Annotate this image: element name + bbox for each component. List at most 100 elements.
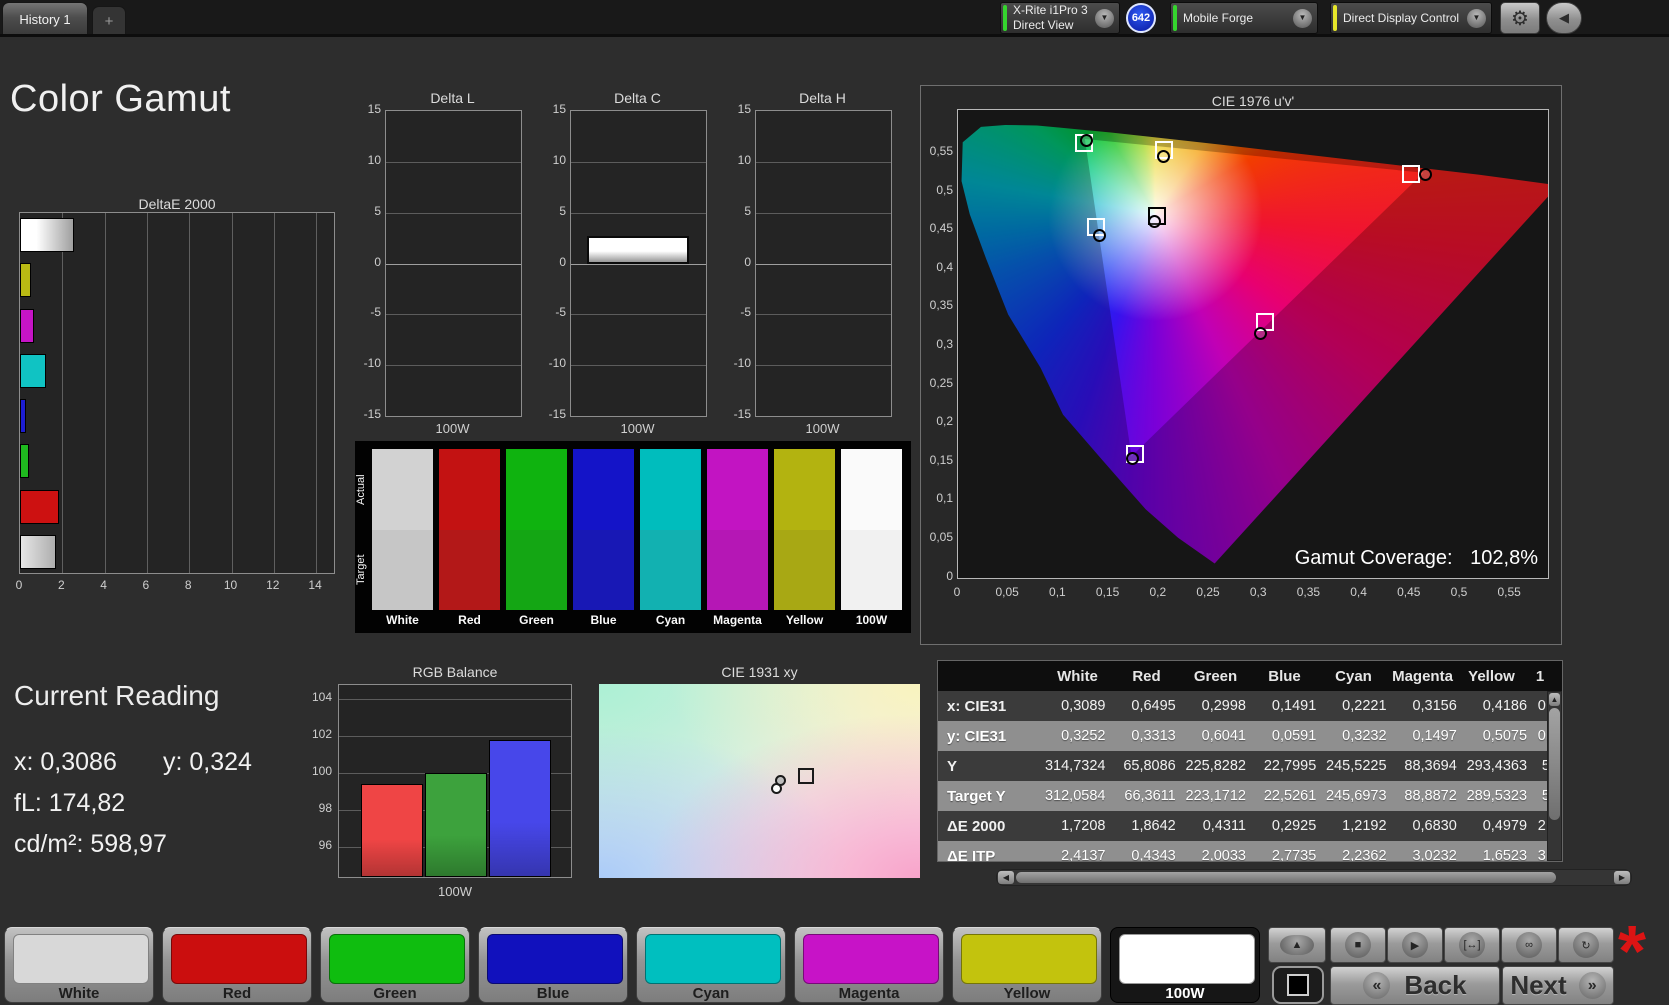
delta-axis-label: 100W	[805, 421, 840, 436]
rgb-y-tick: 102	[311, 727, 332, 741]
rgb-balance-title: RGB Balance	[412, 664, 498, 680]
stop-button[interactable]: ■	[1330, 927, 1386, 963]
deltae-bar-yellow	[20, 263, 31, 298]
pattern-up-button[interactable]: ▲	[1268, 927, 1326, 963]
pattern-swatch-yellow	[961, 934, 1097, 984]
color-gamut-app: History 1 + X-Rite i1Pro 3 Direct View ▼ …	[0, 0, 1669, 1005]
gamut-coverage-label: Gamut Coverage:	[1294, 547, 1453, 569]
add-tab-button[interactable]: +	[92, 6, 126, 35]
swatch-label-cyan: Cyan	[655, 613, 686, 627]
source-status-indicator	[1173, 5, 1177, 31]
cie1976-y-tick: 0,3	[936, 337, 953, 351]
deltae-bar-magenta	[20, 308, 35, 343]
scroll-up-icon[interactable]: ▲	[1549, 693, 1560, 706]
delta-chart-delta-l: Delta L 15 10 5 0 -5 -10 -15 100W	[355, 90, 522, 441]
table-row-y-cie31[interactable]: y: CIE31 0,3252 0,3313 0,6041 0,0591 0,3232 0,…	[938, 721, 1562, 751]
refresh-button[interactable]: ↻	[1558, 927, 1614, 963]
display-control-dropdown[interactable]: Direct Display Control ▼	[1330, 2, 1492, 34]
delta-tick-label: 10	[367, 152, 381, 167]
delta-tick-label: 0	[559, 254, 566, 269]
meter-status-indicator	[1003, 5, 1007, 31]
table-row-y[interactable]: Y 314,7324 65,8086 225,8282 22,7995 245,5225 8…	[938, 751, 1562, 781]
next-button[interactable]: Next »	[1502, 966, 1614, 1005]
gridline	[756, 161, 891, 163]
scroll-left-icon[interactable]: ◀	[998, 871, 1014, 884]
table-vertical-scrollbar[interactable]: ▲	[1547, 691, 1562, 861]
swatch-target-cyan	[640, 530, 701, 610]
cell: 88,8872	[1404, 788, 1457, 804]
display-control-status-indicator	[1333, 5, 1337, 31]
pattern-button-red[interactable]: Red	[162, 927, 312, 1003]
table-header-magenta: Magenta	[1392, 667, 1453, 685]
rgb-y-tick: 104	[311, 690, 332, 704]
pattern-button-magenta[interactable]: Magenta	[794, 927, 944, 1003]
cie1931-title: CIE 1931 xy	[721, 664, 798, 680]
settings-button[interactable]: ⚙	[1500, 2, 1540, 34]
collapse-panel-button[interactable]: ◀	[1546, 2, 1582, 34]
swatch-label-magenta: Magenta	[713, 613, 762, 627]
row-label: x: CIE31	[947, 697, 1007, 715]
rgb-y-tick: 98	[318, 801, 332, 815]
table-row--e-itp[interactable]: ΔE ITP 2,4137 0,4343 2,0033 2,7735 2,2362 3,02…	[938, 841, 1562, 861]
pattern-button-label: White	[58, 985, 100, 1002]
cie1976-actual-red	[1418, 167, 1432, 181]
cie1976-x-tick: 0,25	[1196, 585, 1220, 599]
loop-button[interactable]: ∞	[1501, 927, 1557, 963]
scrollbar-thumb[interactable]	[1549, 708, 1560, 820]
pattern-swatch-magenta	[803, 934, 939, 984]
swatch-actual-100w	[841, 449, 902, 530]
pattern-button-label: Green	[373, 985, 417, 1002]
current-reading-title: Current Reading	[14, 680, 220, 711]
pattern-window-button[interactable]	[1272, 966, 1324, 1004]
pattern-button-white[interactable]: White	[4, 927, 154, 1003]
swatch-actual-blue	[573, 449, 634, 530]
pattern-button-100w[interactable]: 100W	[1110, 927, 1260, 1003]
cie1931-actual-marker	[775, 775, 786, 786]
table-row-target-y[interactable]: Target Y 312,0584 66,3611 223,1712 22,5261 24…	[938, 781, 1562, 811]
swatch-target-100w	[841, 530, 902, 610]
actual-target-swatch-strip: Actual Target White Red Green Blue Cyan Magenta…	[355, 441, 911, 633]
cell: 0,3252	[1061, 728, 1106, 744]
table-horizontal-scrollbar[interactable]: ◀ ▶	[996, 869, 1632, 886]
source-dropdown[interactable]: Mobile Forge ▼	[1170, 2, 1318, 34]
cell: 1,7208	[1061, 818, 1106, 834]
gridline	[386, 161, 521, 163]
gridline	[316, 213, 318, 573]
play-button[interactable]: ▶	[1387, 927, 1443, 963]
delta-chart-delta-c: Delta C 15 10 5 0 -5 -10 -15 100W	[540, 90, 707, 441]
page-title: Color Gamut	[10, 78, 231, 120]
pattern-button-yellow[interactable]: Yellow	[952, 927, 1102, 1003]
delta-tick-label: -10	[548, 356, 566, 371]
tab-history-1[interactable]: History 1	[2, 2, 88, 35]
meter-count-badge[interactable]: 642	[1126, 3, 1156, 33]
swatch-label-yellow: Yellow	[785, 613, 824, 627]
cie1976-y-tick: 0,25	[929, 375, 953, 390]
pattern-button-cyan[interactable]: Cyan	[636, 927, 786, 1003]
pattern-button-green[interactable]: Green	[320, 927, 470, 1003]
swatch-label-red: Red	[458, 613, 481, 627]
scrollbar-thumb[interactable]	[1016, 872, 1556, 883]
cie1931-target-marker	[798, 768, 814, 784]
alert-asterisk-icon[interactable]: *	[1618, 916, 1646, 988]
swatch-label-100w: 100W	[855, 613, 888, 627]
infinity-icon: ∞	[1516, 932, 1542, 958]
scroll-right-icon[interactable]: ▶	[1614, 871, 1630, 884]
back-button[interactable]: « Back	[1330, 966, 1500, 1005]
gridline	[231, 213, 233, 573]
table-row--e-2000[interactable]: ΔE 2000 1,7208 1,8642 0,4311 0,2925 1,2192 0,6…	[938, 811, 1562, 841]
deltae-x-tick: 8	[184, 578, 192, 592]
cell: 0,2998	[1201, 698, 1246, 714]
deltae-x-tick: 2	[57, 578, 65, 592]
deltae2000-title: DeltaE 2000	[138, 196, 216, 212]
delta-chart-title: Delta L	[430, 90, 475, 106]
delta-chart-title: Delta H	[799, 90, 846, 106]
cell: 0,5075	[1482, 728, 1528, 744]
table-row-x-cie31[interactable]: x: CIE31 0,3089 0,6495 0,2998 0,1491 0,2221 0,…	[938, 691, 1562, 721]
cell: 1,2192	[1342, 818, 1387, 834]
meter-dropdown[interactable]: X-Rite i1Pro 3 Direct View ▼	[1000, 2, 1120, 34]
pattern-button-blue[interactable]: Blue	[478, 927, 628, 1003]
pattern-button-label: Blue	[536, 985, 570, 1002]
table-header-row: White Red Green Blue Cyan Magenta Yellow 1	[938, 661, 1562, 691]
delta-tick-label: 15	[552, 102, 566, 116]
pattern-button[interactable]: [↔]	[1444, 927, 1500, 963]
